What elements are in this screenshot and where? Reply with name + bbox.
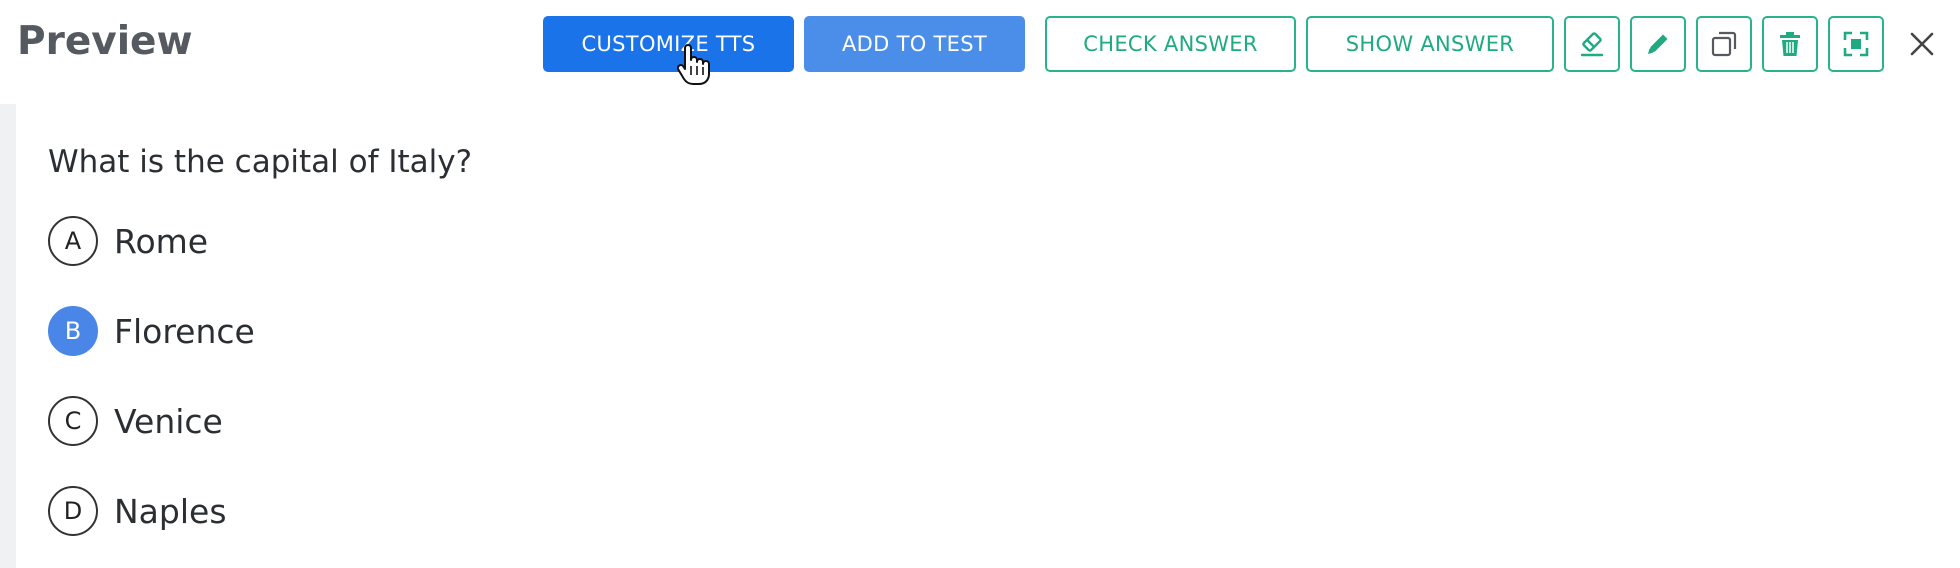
question-text: What is the capital of Italy? xyxy=(48,144,473,180)
option-letter-badge: C xyxy=(48,396,98,446)
answer-option-d[interactable]: D Naples xyxy=(48,485,227,537)
pencil-button[interactable] xyxy=(1630,16,1686,72)
page-title: Preview xyxy=(17,19,193,64)
copy-button[interactable] xyxy=(1696,16,1752,72)
copy-icon xyxy=(1711,31,1737,57)
eraser-icon xyxy=(1580,32,1604,57)
check-answer-button[interactable]: CHECK ANSWER xyxy=(1045,16,1296,72)
close-icon xyxy=(1910,32,1934,56)
option-letter-badge: B xyxy=(48,306,98,356)
option-letter-badge: D xyxy=(48,486,98,536)
option-label: Venice xyxy=(114,401,223,441)
customize-tts-button[interactable]: CUSTOMIZE TTS xyxy=(543,16,794,72)
option-label: Naples xyxy=(114,491,227,531)
answer-option-c[interactable]: C Venice xyxy=(48,395,223,447)
option-label: Rome xyxy=(114,221,209,261)
question-panel: What is the capital of Italy? A Rome B F… xyxy=(16,104,1960,568)
answer-option-a[interactable]: A Rome xyxy=(48,215,208,267)
option-letter-badge: A xyxy=(48,216,98,266)
preview-header: Preview CUSTOMIZE TTS ADD TO TEST CHECK … xyxy=(0,0,1960,104)
delete-button[interactable] xyxy=(1762,16,1818,72)
add-to-test-button[interactable]: ADD TO TEST xyxy=(804,16,1025,72)
fullscreen-icon xyxy=(1843,31,1869,57)
trash-icon xyxy=(1780,32,1800,56)
answer-option-b[interactable]: B Florence xyxy=(48,305,255,357)
fullscreen-button[interactable] xyxy=(1828,16,1884,72)
show-answer-button[interactable]: SHOW ANSWER xyxy=(1306,16,1554,72)
eraser-button[interactable] xyxy=(1564,16,1620,72)
close-button[interactable] xyxy=(1905,24,1939,64)
pencil-icon xyxy=(1648,34,1668,54)
option-label: Florence xyxy=(114,311,255,351)
